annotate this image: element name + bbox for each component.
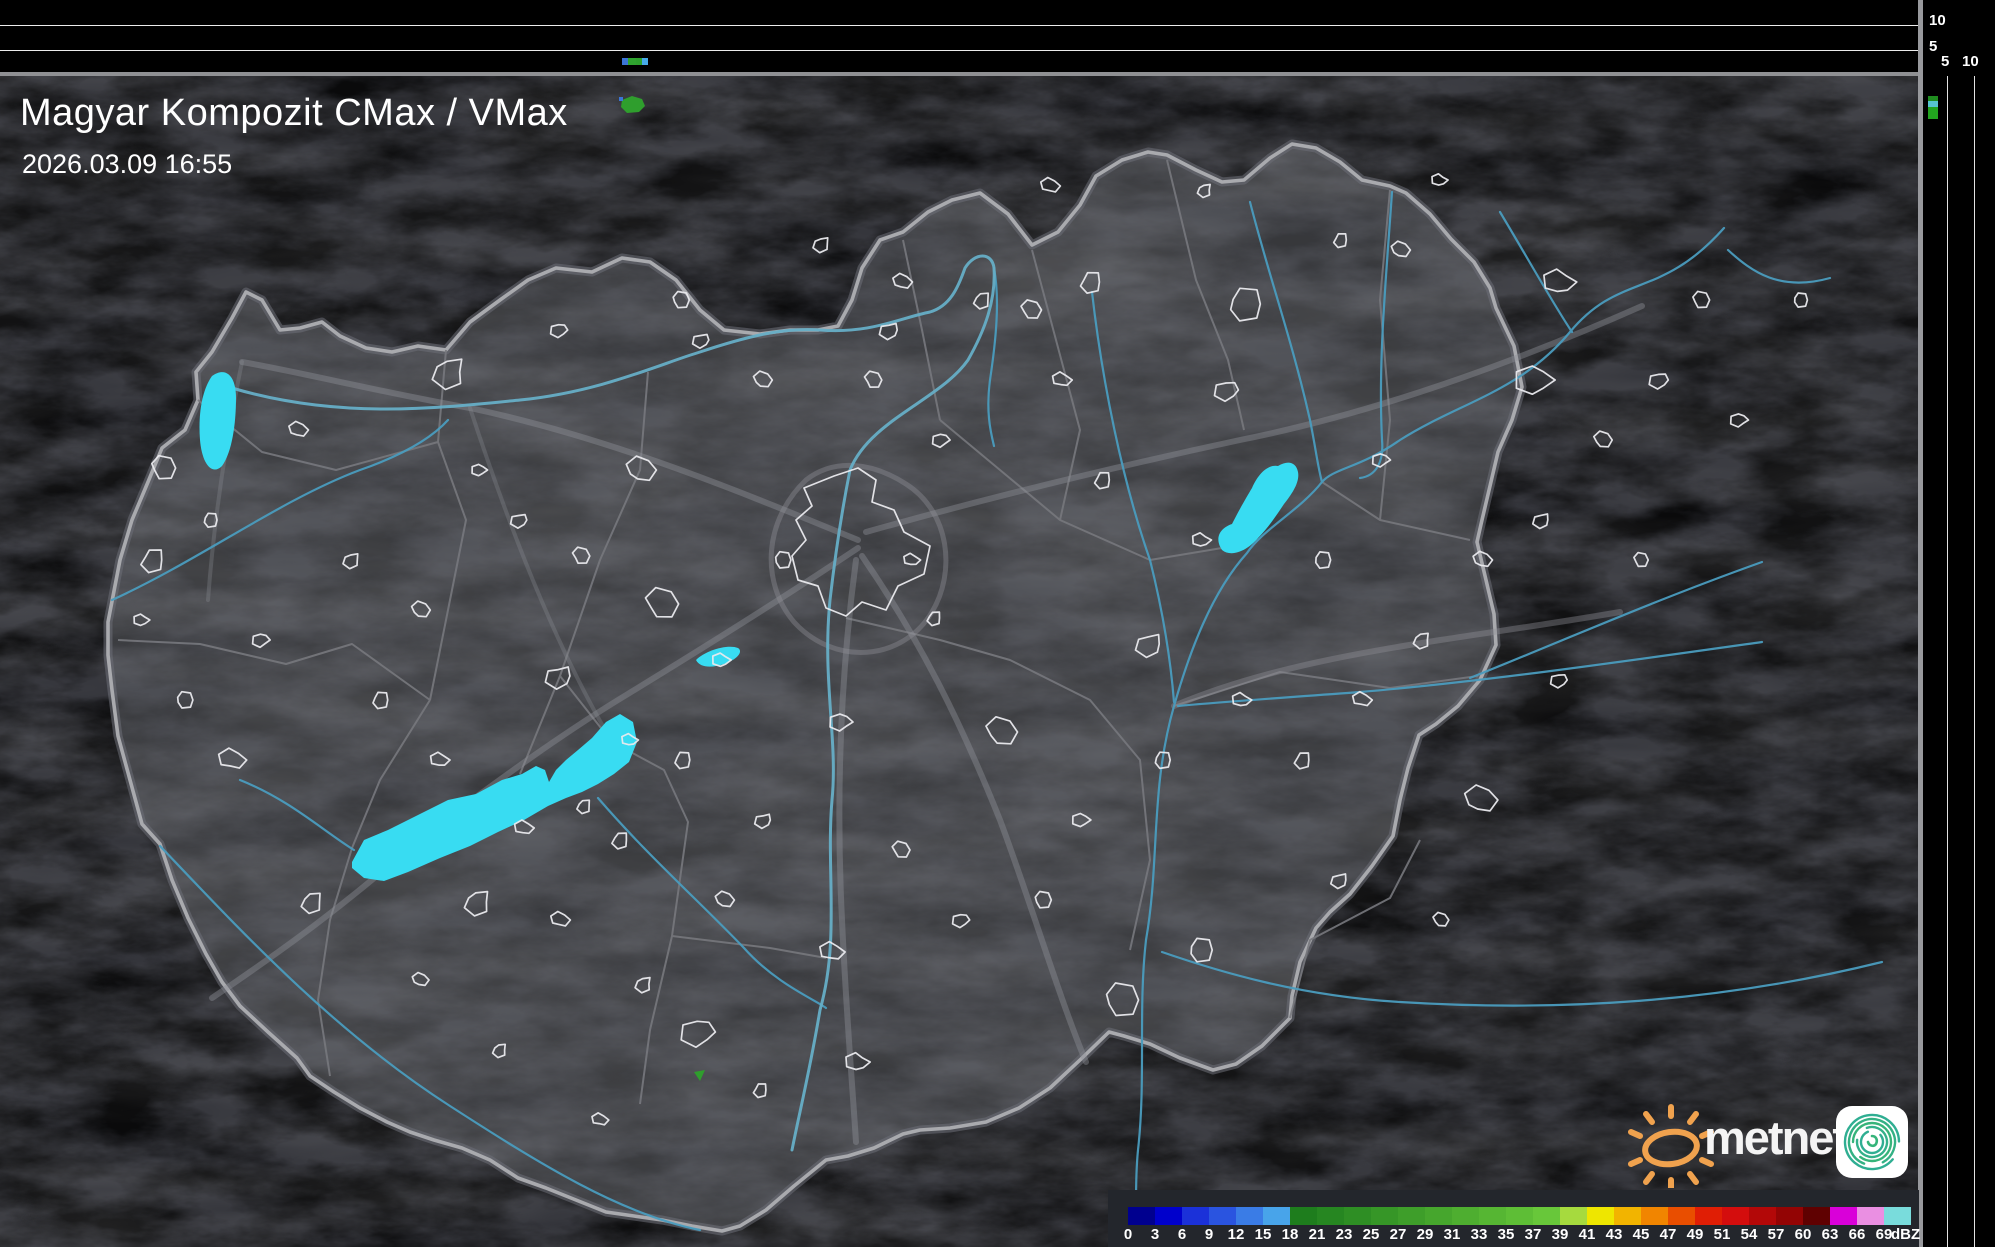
metnet-logo: metnet [1620, 1096, 1912, 1188]
colorbar-label-6: 6 [1177, 1226, 1187, 1243]
colorbar-cell-63 [1830, 1207, 1857, 1225]
timestamp: 2026.03.09 16:55 [22, 149, 233, 179]
colorbar-cell-15 [1263, 1207, 1290, 1225]
dbz-colorbar: dBZ 0 3 6 9 12 15 18 21 23 25 27 29 31 33 35 37 39 41 43 45… [1108, 1190, 1921, 1247]
colorbar-cell-23 [1344, 1207, 1371, 1225]
colorbar-cell-18 [1290, 1207, 1317, 1225]
colorbar-cell-60 [1803, 1207, 1830, 1225]
vertical-separator [1918, 0, 1923, 1247]
colorbar-label-54: 54 [1740, 1226, 1758, 1243]
swirl-icon [1843, 1113, 1901, 1171]
colorbar-cell-6 [1182, 1207, 1209, 1225]
top-gridline-5 [0, 50, 1919, 51]
colorbar-label-12: 12 [1227, 1226, 1245, 1243]
colorbar-cell-31 [1452, 1207, 1479, 1225]
colorbar-cells [1128, 1207, 1911, 1225]
colorbar-cell-47 [1668, 1207, 1695, 1225]
colorbar-label-23: 23 [1335, 1226, 1353, 1243]
radar-map-area [0, 76, 1919, 1247]
colorbar-label-9: 9 [1204, 1226, 1214, 1243]
top-gridline-10 [0, 25, 1919, 26]
top-chart-ytick-5: 5 [1929, 38, 1938, 55]
colorbar-label-43: 43 [1605, 1226, 1623, 1243]
colorbar-label-29: 29 [1416, 1226, 1434, 1243]
colorbar-label-15: 15 [1254, 1226, 1272, 1243]
colorbar-cell-3 [1155, 1207, 1182, 1225]
side-profile-bar [1928, 96, 1938, 119]
history-mark [642, 58, 648, 65]
colorbar-cell-66 [1857, 1207, 1884, 1225]
colorbar-label-27: 27 [1389, 1226, 1407, 1243]
top-profile-chart [0, 0, 1919, 72]
colorbar-cell-29 [1425, 1207, 1452, 1225]
terrain-highlight [0, 76, 1919, 1247]
colorbar-cell-0 [1128, 1207, 1155, 1225]
colorbar-label-47: 47 [1659, 1226, 1677, 1243]
colorbar-label-41: 41 [1578, 1226, 1596, 1243]
colorbar-label-66: 66 [1848, 1226, 1866, 1243]
colorbar-label-69: 69 [1875, 1226, 1893, 1243]
horizontal-separator [0, 72, 1995, 76]
colorbar-label-35: 35 [1497, 1226, 1515, 1243]
colorbar-label-31: 31 [1443, 1226, 1461, 1243]
colorbar-cell-27 [1398, 1207, 1425, 1225]
side-chart-xtick-5: 5 [1941, 53, 1950, 70]
page-title: Magyar Kompozit CMax / VMax [20, 92, 568, 134]
colorbar-label-49: 49 [1686, 1226, 1704, 1243]
colorbar-label-51: 51 [1713, 1226, 1731, 1243]
colorbar-label-37: 37 [1524, 1226, 1542, 1243]
colorbar-cell-37 [1533, 1207, 1560, 1225]
side-gridline-10 [1974, 76, 1975, 1247]
colorbar-cell-21 [1317, 1207, 1344, 1225]
hungary-map-svg [0, 76, 1919, 1247]
colorbar-cell-25 [1371, 1207, 1398, 1225]
app-icon-tile [1836, 1106, 1908, 1178]
colorbar-label-21: 21 [1308, 1226, 1326, 1243]
echo-history-marks [622, 58, 648, 65]
colorbar-label-63: 63 [1821, 1226, 1839, 1243]
colorbar-cell-45 [1641, 1207, 1668, 1225]
colorbar-label-60: 60 [1794, 1226, 1812, 1243]
colorbar-label-45: 45 [1632, 1226, 1650, 1243]
colorbar-label-0: 0 [1123, 1226, 1133, 1243]
sun-icon [1628, 1104, 1714, 1188]
colorbar-label-57: 57 [1767, 1226, 1785, 1243]
colorbar-cell-57 [1776, 1207, 1803, 1225]
colorbar-label-39: 39 [1551, 1226, 1569, 1243]
colorbar-cell-54 [1749, 1207, 1776, 1225]
top-chart-ytick-10: 10 [1929, 12, 1946, 29]
colorbar-unit-label: dBZ [1891, 1226, 1921, 1243]
colorbar-cell-33 [1479, 1207, 1506, 1225]
colorbar-cell-43 [1614, 1207, 1641, 1225]
colorbar-label-33: 33 [1470, 1226, 1488, 1243]
history-mark [628, 58, 636, 65]
side-profile-chart [1923, 0, 1995, 1247]
side-gridline-5 [1947, 76, 1948, 1247]
brand-text: metnet [1704, 1111, 1848, 1164]
colorbar-cell-51 [1722, 1207, 1749, 1225]
radar-echo-north-blue [619, 97, 623, 101]
colorbar-cell-35 [1506, 1207, 1533, 1225]
colorbar-cell-9 [1209, 1207, 1236, 1225]
colorbar-label-25: 25 [1362, 1226, 1380, 1243]
colorbar-cell-41 [1587, 1207, 1614, 1225]
side-chart-xtick-10: 10 [1962, 53, 1979, 70]
colorbar-cell-69 [1884, 1207, 1911, 1225]
colorbar-label-3: 3 [1150, 1226, 1160, 1243]
colorbar-cell-12 [1236, 1207, 1263, 1225]
profile-bar-segment [1928, 107, 1938, 119]
colorbar-cell-39 [1560, 1207, 1587, 1225]
colorbar-cell-49 [1695, 1207, 1722, 1225]
colorbar-label-18: 18 [1281, 1226, 1299, 1243]
